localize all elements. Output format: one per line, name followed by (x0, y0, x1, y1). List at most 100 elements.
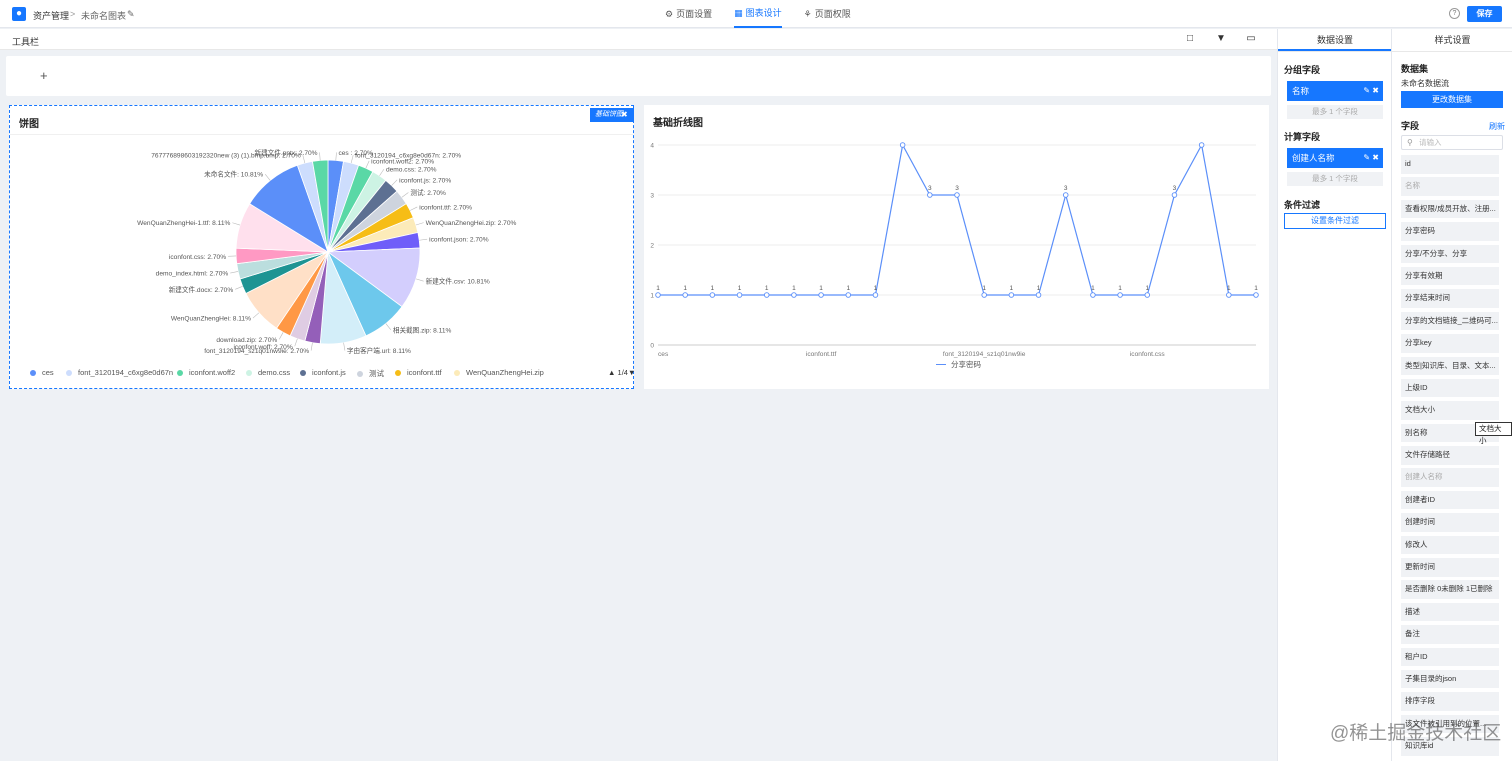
group-field-pill[interactable]: 名称 ✎ ✖ (1287, 81, 1383, 101)
field-item[interactable]: 查看权限/成员开放、注册... (1401, 199, 1499, 219)
top-bar: ● 资产管理 > 未命名图表 ✎ ⚙ 页面设置 ▦ 图表设计 ⚘ 页面权限 ? 保存 (0, 0, 1512, 28)
legend-item[interactable]: ces (30, 368, 54, 377)
field-item[interactable]: id (1401, 155, 1499, 174)
pie-slice-label: iconfont.woff2: 2.70% (371, 158, 434, 165)
field-item[interactable]: 排序字段 (1401, 692, 1499, 711)
field-item[interactable]: 创建者ID (1401, 490, 1499, 510)
data-point[interactable] (1090, 292, 1096, 298)
add-icon[interactable]: + (40, 68, 48, 83)
field-item[interactable]: 分享密码 (1401, 222, 1499, 241)
data-point[interactable] (845, 292, 852, 298)
data-point[interactable] (1171, 192, 1178, 198)
data-point[interactable] (736, 292, 743, 298)
watermark: @稀土掘金技术社区 (1330, 723, 1502, 744)
pie-slice-label: download.zip: 2.70% (216, 337, 277, 344)
field-item[interactable]: 备注 (1401, 625, 1499, 644)
pie-slice-label: 字由客户端.url: 8.11% (347, 346, 411, 355)
trash-icon[interactable]: ✖ (621, 109, 631, 120)
data-point[interactable] (763, 292, 770, 298)
field-item[interactable]: 分享的文档链接_二维码可... (1401, 311, 1499, 331)
legend-item[interactable]: iconfont.js (300, 368, 346, 377)
field-item[interactable]: 名称 (1401, 177, 1499, 196)
field-item[interactable]: 租户ID (1401, 647, 1499, 667)
field-item[interactable]: 分享key (1401, 334, 1499, 353)
data-point[interactable] (1198, 142, 1205, 148)
field-item[interactable]: 创建时间 (1401, 513, 1499, 532)
data-point[interactable] (682, 292, 688, 298)
tab-chart-design[interactable]: ▦ 图表设计 (734, 0, 782, 28)
field-item[interactable]: 更新时间 (1401, 558, 1499, 577)
data-point[interactable] (1062, 192, 1069, 198)
line-chart-card[interactable]: 基础折线图 0 1 2 3 4 ces iconfont.ttf font_3120194_s… (644, 105, 1269, 389)
pie-slice-label: iconfont.ttf: 2.70% (419, 204, 472, 211)
breadcrumb-root[interactable]: 资产管理 (33, 9, 69, 22)
pie-slice-label: demo.css: 2.70% (386, 167, 437, 174)
pie-slice-label: 新建文件.docx: 2.70% (169, 285, 234, 294)
monitor-icon[interactable]: ▭ (1245, 33, 1257, 45)
field-search-input[interactable]: ⚲ 请输入 (1401, 135, 1503, 150)
person-icon[interactable]: ● (12, 7, 26, 21)
set-filter-button[interactable]: 设置条件过滤 (1284, 213, 1386, 229)
field-item[interactable]: 分享有效期 (1401, 266, 1499, 286)
pie-label-line (415, 222, 424, 226)
tab-data-settings[interactable]: 数据设置 (1278, 29, 1392, 51)
legend-item[interactable]: iconfont.woff2 (177, 368, 235, 377)
legend-item[interactable]: iconfont.ttf (395, 368, 442, 377)
data-point[interactable] (981, 292, 987, 298)
data-point[interactable] (1035, 292, 1042, 298)
legend-item[interactable]: WenQuanZhengHei.zip (454, 368, 544, 377)
pie-slice-label: iconfont.json: 2.70% (429, 237, 489, 244)
tab-style-settings[interactable]: 样式设置 (1392, 29, 1512, 51)
presentation-icon[interactable]: □ (1184, 33, 1196, 45)
pie-label-line (419, 238, 428, 241)
data-label: 1 (1145, 285, 1149, 292)
legend-item[interactable]: demo.css (246, 368, 290, 377)
data-point[interactable] (709, 292, 716, 298)
pie-chart-card[interactable]: 饼图 基础饼图 ✖ ces : 2.70% font_3120194_c6xg8e… (9, 105, 635, 389)
tab-page-permission[interactable]: ⚘ 页面权限 (804, 0, 851, 28)
field-item[interactable]: 描述 (1401, 602, 1499, 622)
filter-icon[interactable]: ▼ (1215, 33, 1227, 45)
data-point[interactable] (1117, 292, 1123, 298)
save-button[interactable]: 保存 (1467, 6, 1502, 22)
data-point[interactable] (872, 292, 879, 298)
data-point[interactable] (1144, 292, 1151, 298)
data-point[interactable] (899, 142, 906, 148)
data-point[interactable] (927, 192, 933, 198)
refresh-link[interactable]: 刷新 (1489, 121, 1505, 132)
data-point[interactable] (1253, 292, 1259, 298)
legend-pager[interactable]: ▲ 1/4▼ (608, 368, 635, 377)
data-point[interactable] (954, 192, 960, 198)
pencil-icon[interactable]: ✎ (127, 9, 135, 20)
data-point[interactable] (818, 292, 824, 298)
field-item[interactable]: 修改人 (1401, 535, 1499, 555)
legend-item[interactable]: 测试 (357, 368, 384, 379)
pie-label-line (379, 168, 385, 176)
field-item[interactable]: 分享结束时间 (1401, 289, 1499, 308)
data-label: 1 (1227, 285, 1231, 292)
change-dataset-button[interactable]: 更改数据集 (1401, 91, 1503, 108)
data-point[interactable] (791, 292, 797, 298)
calc-field-pill[interactable]: 创建人名称 ✎ ✖ (1287, 148, 1383, 168)
pie-label-line (415, 278, 424, 282)
data-point[interactable] (1008, 292, 1015, 298)
pie-label-line (401, 192, 409, 198)
tab-page-settings[interactable]: ⚙ 页面设置 (665, 0, 712, 28)
pie-slice-label: WenQuanZhengHei.zip: 2.70% (426, 220, 517, 227)
field-item[interactable]: 子集目录的json (1401, 669, 1499, 689)
field-item[interactable]: 文件存储路径 (1401, 446, 1499, 465)
data-label: 1 (1037, 285, 1041, 292)
field-item[interactable]: 类型|知识库、目录、文本... (1401, 356, 1499, 376)
field-item[interactable]: 文档大小 (1401, 401, 1499, 420)
field-item[interactable]: 分享/不分享、分享 (1401, 244, 1499, 264)
field-item[interactable]: 上级ID (1401, 378, 1499, 398)
pie-slice-label: 相关截图.zip: 8.11% (393, 325, 452, 334)
field-item[interactable]: 是否删除 0未删除 1已删除 (1401, 580, 1499, 599)
field-item[interactable]: 创建人名称 (1401, 468, 1499, 487)
data-point[interactable] (1226, 292, 1232, 298)
pie-label-line (319, 152, 321, 161)
help-icon[interactable]: ? (1449, 8, 1460, 19)
data-point[interactable] (655, 292, 661, 298)
legend-item[interactable]: font_3120194_c6xg8e0d67n (66, 368, 173, 377)
line-legend-item[interactable]: 分享密码 (936, 359, 981, 370)
